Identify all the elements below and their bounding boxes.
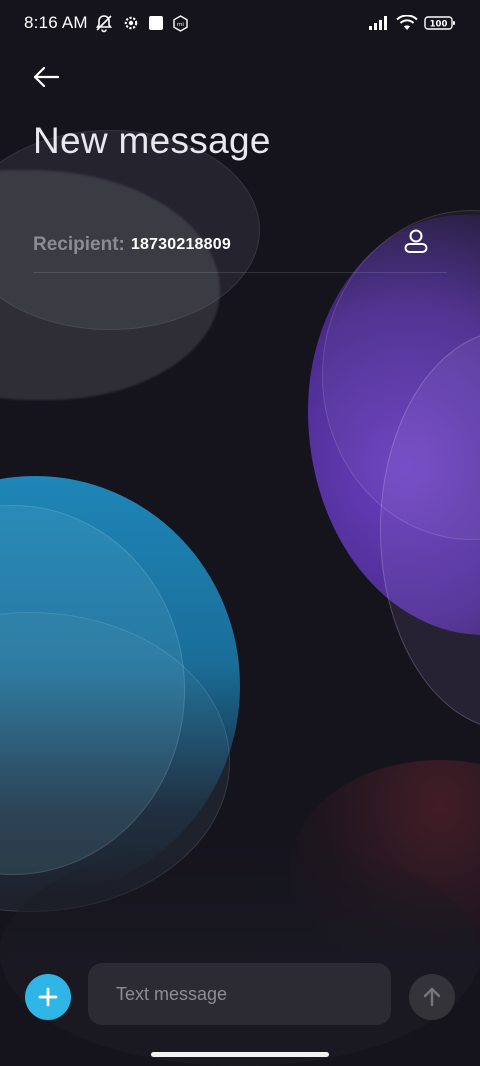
battery-level: 100: [430, 20, 448, 30]
recipient-label: Recipient:: [33, 234, 125, 255]
wallpaper-shape: [0, 612, 230, 912]
add-attachment-button[interactable]: [25, 974, 71, 1020]
plus-icon: [37, 986, 59, 1008]
wallpaper-shape: [0, 476, 240, 896]
mi-hexagon-icon: mi: [172, 14, 189, 32]
wallpaper-shape: [0, 505, 185, 875]
wallpaper-shape: [308, 215, 480, 635]
home-indicator[interactable]: [151, 1052, 329, 1057]
back-button[interactable]: [26, 60, 66, 94]
battery-icon: 100: [424, 15, 456, 31]
status-bar: 8:16 AM mi 100: [0, 0, 480, 46]
recipient-value[interactable]: 18730218809: [131, 236, 231, 254]
contact-person-icon: [402, 227, 430, 255]
message-input[interactable]: [88, 963, 391, 1025]
square-notification-icon: [148, 15, 164, 31]
signal-icon: [368, 15, 390, 31]
send-button[interactable]: [409, 974, 455, 1020]
page-title: New message: [33, 120, 271, 161]
status-time: 8:16 AM: [24, 13, 88, 32]
contact-picker-button[interactable]: [399, 224, 433, 258]
wallpaper-shape: [0, 170, 220, 400]
status-icons-left: mi: [94, 13, 189, 33]
message-composer: [0, 962, 480, 1028]
recipient-field[interactable]: Recipient: 18730218809: [33, 218, 447, 273]
send-arrow-up-icon: [421, 986, 443, 1008]
wallpaper-shape: [0, 840, 480, 1066]
notifications-off-icon: [94, 13, 114, 33]
wallpaper-shape: [290, 760, 480, 980]
wallpaper-shape: [380, 330, 480, 730]
settings-gear-icon: [122, 14, 140, 32]
status-icons-right: 100: [368, 15, 456, 31]
back-arrow-icon: [32, 66, 60, 88]
wifi-icon: [396, 15, 418, 31]
svg-text:mi: mi: [177, 22, 184, 28]
